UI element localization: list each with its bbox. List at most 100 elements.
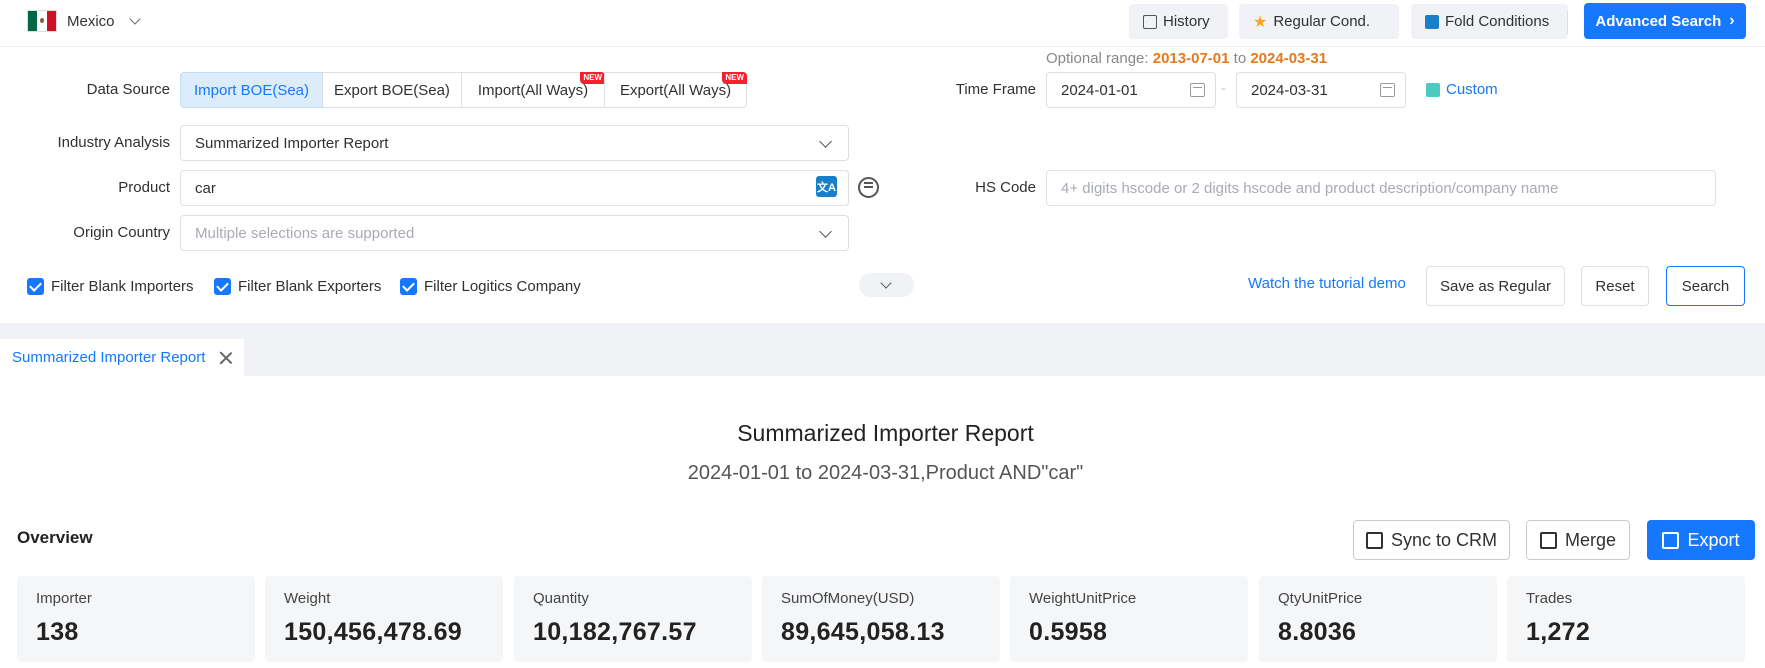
advanced-search-label: Advanced Search <box>1595 12 1722 30</box>
date-separator: - <box>1221 80 1226 97</box>
fold-conditions-button[interactable]: Fold Conditions <box>1411 4 1568 39</box>
stat-label: QtyUnitPrice <box>1278 590 1363 607</box>
stat-value: 8.8036 <box>1278 618 1357 646</box>
stat-card-trades: Trades 1,272 <box>1507 576 1745 662</box>
mexico-flag-icon <box>27 10 57 32</box>
new-badge: NEW <box>722 72 747 84</box>
export-label: Export <box>1687 529 1740 550</box>
checkbox-checked-icon <box>27 278 44 295</box>
report-title: Summarized Importer Report <box>737 420 1034 446</box>
data-source-label-item: Import(All Ways) <box>477 81 589 99</box>
hs-code-placeholder: 4+ digits hscode or 2 digits hscode and … <box>1061 179 1559 197</box>
filter-label: Filter Blank Importers <box>51 278 194 295</box>
stat-label: Quantity <box>533 590 589 607</box>
data-source-import-boe-sea[interactable]: Import BOE(Sea) <box>180 72 323 108</box>
date-from-input[interactable]: 2024-01-01 <box>1046 72 1216 108</box>
country-selector[interactable]: Mexico <box>27 10 141 32</box>
sync-label: Sync to CRM <box>1390 529 1498 550</box>
date-from-value: 2024-01-01 <box>1061 81 1138 99</box>
export-icon <box>1662 531 1680 549</box>
stat-card-sum-of-money: SumOfMoney(USD) 89,645,058.13 <box>762 576 1000 662</box>
stat-card-quantity: Quantity 10,182,767.57 <box>514 576 752 662</box>
merge-button[interactable]: Merge <box>1526 520 1630 560</box>
date-to-input[interactable]: 2024-03-31 <box>1236 72 1406 108</box>
tutorial-link[interactable]: Watch the tutorial demo <box>1248 275 1406 292</box>
translate-icon[interactable]: 文A <box>816 176 837 197</box>
stat-card-weight-unit-price: WeightUnitPrice 0.5958 <box>1010 576 1248 662</box>
country-name: Mexico <box>67 12 115 30</box>
data-source-export-all-ways[interactable]: Export(All Ways) NEW <box>604 72 747 108</box>
industry-analysis-label: Industry Analysis <box>57 134 170 151</box>
origin-country-label: Origin Country <box>73 224 170 241</box>
data-source-label-item: Export BOE(Sea) <box>334 81 450 99</box>
search-button[interactable]: Search <box>1666 266 1745 306</box>
data-source-import-all-ways[interactable]: Import(All Ways) NEW <box>461 72 605 108</box>
checkbox-checked-icon <box>214 278 231 295</box>
product-value: car <box>195 179 216 197</box>
checkbox-checked-icon <box>400 278 417 295</box>
stat-value: 138 <box>36 618 79 646</box>
chevron-down-icon <box>128 13 141 25</box>
custom-label: Custom <box>1446 81 1498 98</box>
stat-card-importer: Importer 138 <box>17 576 255 662</box>
tab-bar <box>0 323 1765 376</box>
history-button[interactable]: History <box>1129 4 1228 39</box>
optional-range-to: 2024-03-31 <box>1250 50 1328 67</box>
fold-conditions-label: Fold Conditions <box>1445 13 1550 30</box>
filter-logistics-company-checkbox[interactable]: Filter Logitics Company <box>400 278 581 295</box>
stat-value: 10,182,767.57 <box>533 618 697 646</box>
product-label: Product <box>118 179 170 196</box>
hs-code-label: HS Code <box>975 179 1036 196</box>
chevron-down-icon <box>819 135 832 148</box>
tab-label: Summarized Importer Report <box>12 349 206 366</box>
sync-icon <box>1365 531 1383 549</box>
stat-card-weight: Weight 150,456,478.69 <box>265 576 503 662</box>
industry-analysis-value: Summarized Importer Report <box>195 134 389 152</box>
chevron-down-icon <box>819 225 832 238</box>
reset-button[interactable]: Reset <box>1581 266 1649 306</box>
fold-icon <box>1425 14 1439 29</box>
product-input[interactable]: car <box>180 170 849 206</box>
optional-range-from: 2013-07-01 <box>1152 50 1230 67</box>
origin-country-placeholder: Multiple selections are supported <box>195 224 415 242</box>
advanced-search-button[interactable]: Advanced Search › <box>1584 3 1746 39</box>
calendar-icon <box>1380 83 1395 97</box>
date-to-value: 2024-03-31 <box>1251 81 1328 99</box>
origin-country-select[interactable]: Multiple selections are supported <box>180 215 849 251</box>
chevron-right-icon: › <box>1729 12 1735 29</box>
tab-summarized-importer-report[interactable]: Summarized Importer Report <box>0 339 244 376</box>
new-badge: NEW <box>580 72 605 84</box>
data-source-label-item: Import BOE(Sea) <box>193 81 310 99</box>
optional-range-label: Optional range: <box>1046 50 1149 67</box>
history-label: History <box>1163 13 1210 30</box>
expand-conditions-toggle[interactable] <box>859 273 914 297</box>
sync-to-crm-button[interactable]: Sync to CRM <box>1353 520 1510 560</box>
stat-value: 89,645,058.13 <box>781 618 945 646</box>
stat-value: 150,456,478.69 <box>284 618 462 646</box>
filter-label: Filter Logitics Company <box>424 278 581 295</box>
export-button[interactable]: Export <box>1647 520 1755 560</box>
calendar-icon <box>1190 83 1205 97</box>
product-search-icon[interactable] <box>858 177 879 198</box>
regular-cond-button[interactable]: ★ Regular Cond. <box>1239 4 1399 39</box>
data-source-label: Data Source <box>86 81 170 98</box>
history-icon <box>1143 14 1157 29</box>
optional-range: Optional range: 2013-07-01 to 2024-03-31 <box>1046 50 1327 67</box>
stat-label: WeightUnitPrice <box>1029 590 1137 607</box>
stat-label: Trades <box>1526 590 1573 607</box>
custom-range-link[interactable]: Custom <box>1426 81 1498 98</box>
save-as-regular-button[interactable]: Save as Regular <box>1426 266 1565 306</box>
data-source-label-item: Export(All Ways) <box>619 81 732 99</box>
time-frame-label: Time Frame <box>955 81 1036 98</box>
filter-label: Filter Blank Exporters <box>238 278 382 295</box>
industry-analysis-select[interactable]: Summarized Importer Report <box>180 125 849 161</box>
filter-blank-importers-checkbox[interactable]: Filter Blank Importers <box>27 278 194 295</box>
stat-value: 1,272 <box>1526 618 1591 646</box>
filter-blank-exporters-checkbox[interactable]: Filter Blank Exporters <box>214 278 381 295</box>
data-source-export-boe-sea[interactable]: Export BOE(Sea) <box>322 72 462 108</box>
close-icon[interactable] <box>219 351 233 365</box>
stat-label: SumOfMoney(USD) <box>781 590 915 607</box>
hs-code-input[interactable]: 4+ digits hscode or 2 digits hscode and … <box>1046 170 1716 206</box>
optional-range-to-word: to <box>1233 50 1247 67</box>
merge-icon <box>1539 531 1557 549</box>
